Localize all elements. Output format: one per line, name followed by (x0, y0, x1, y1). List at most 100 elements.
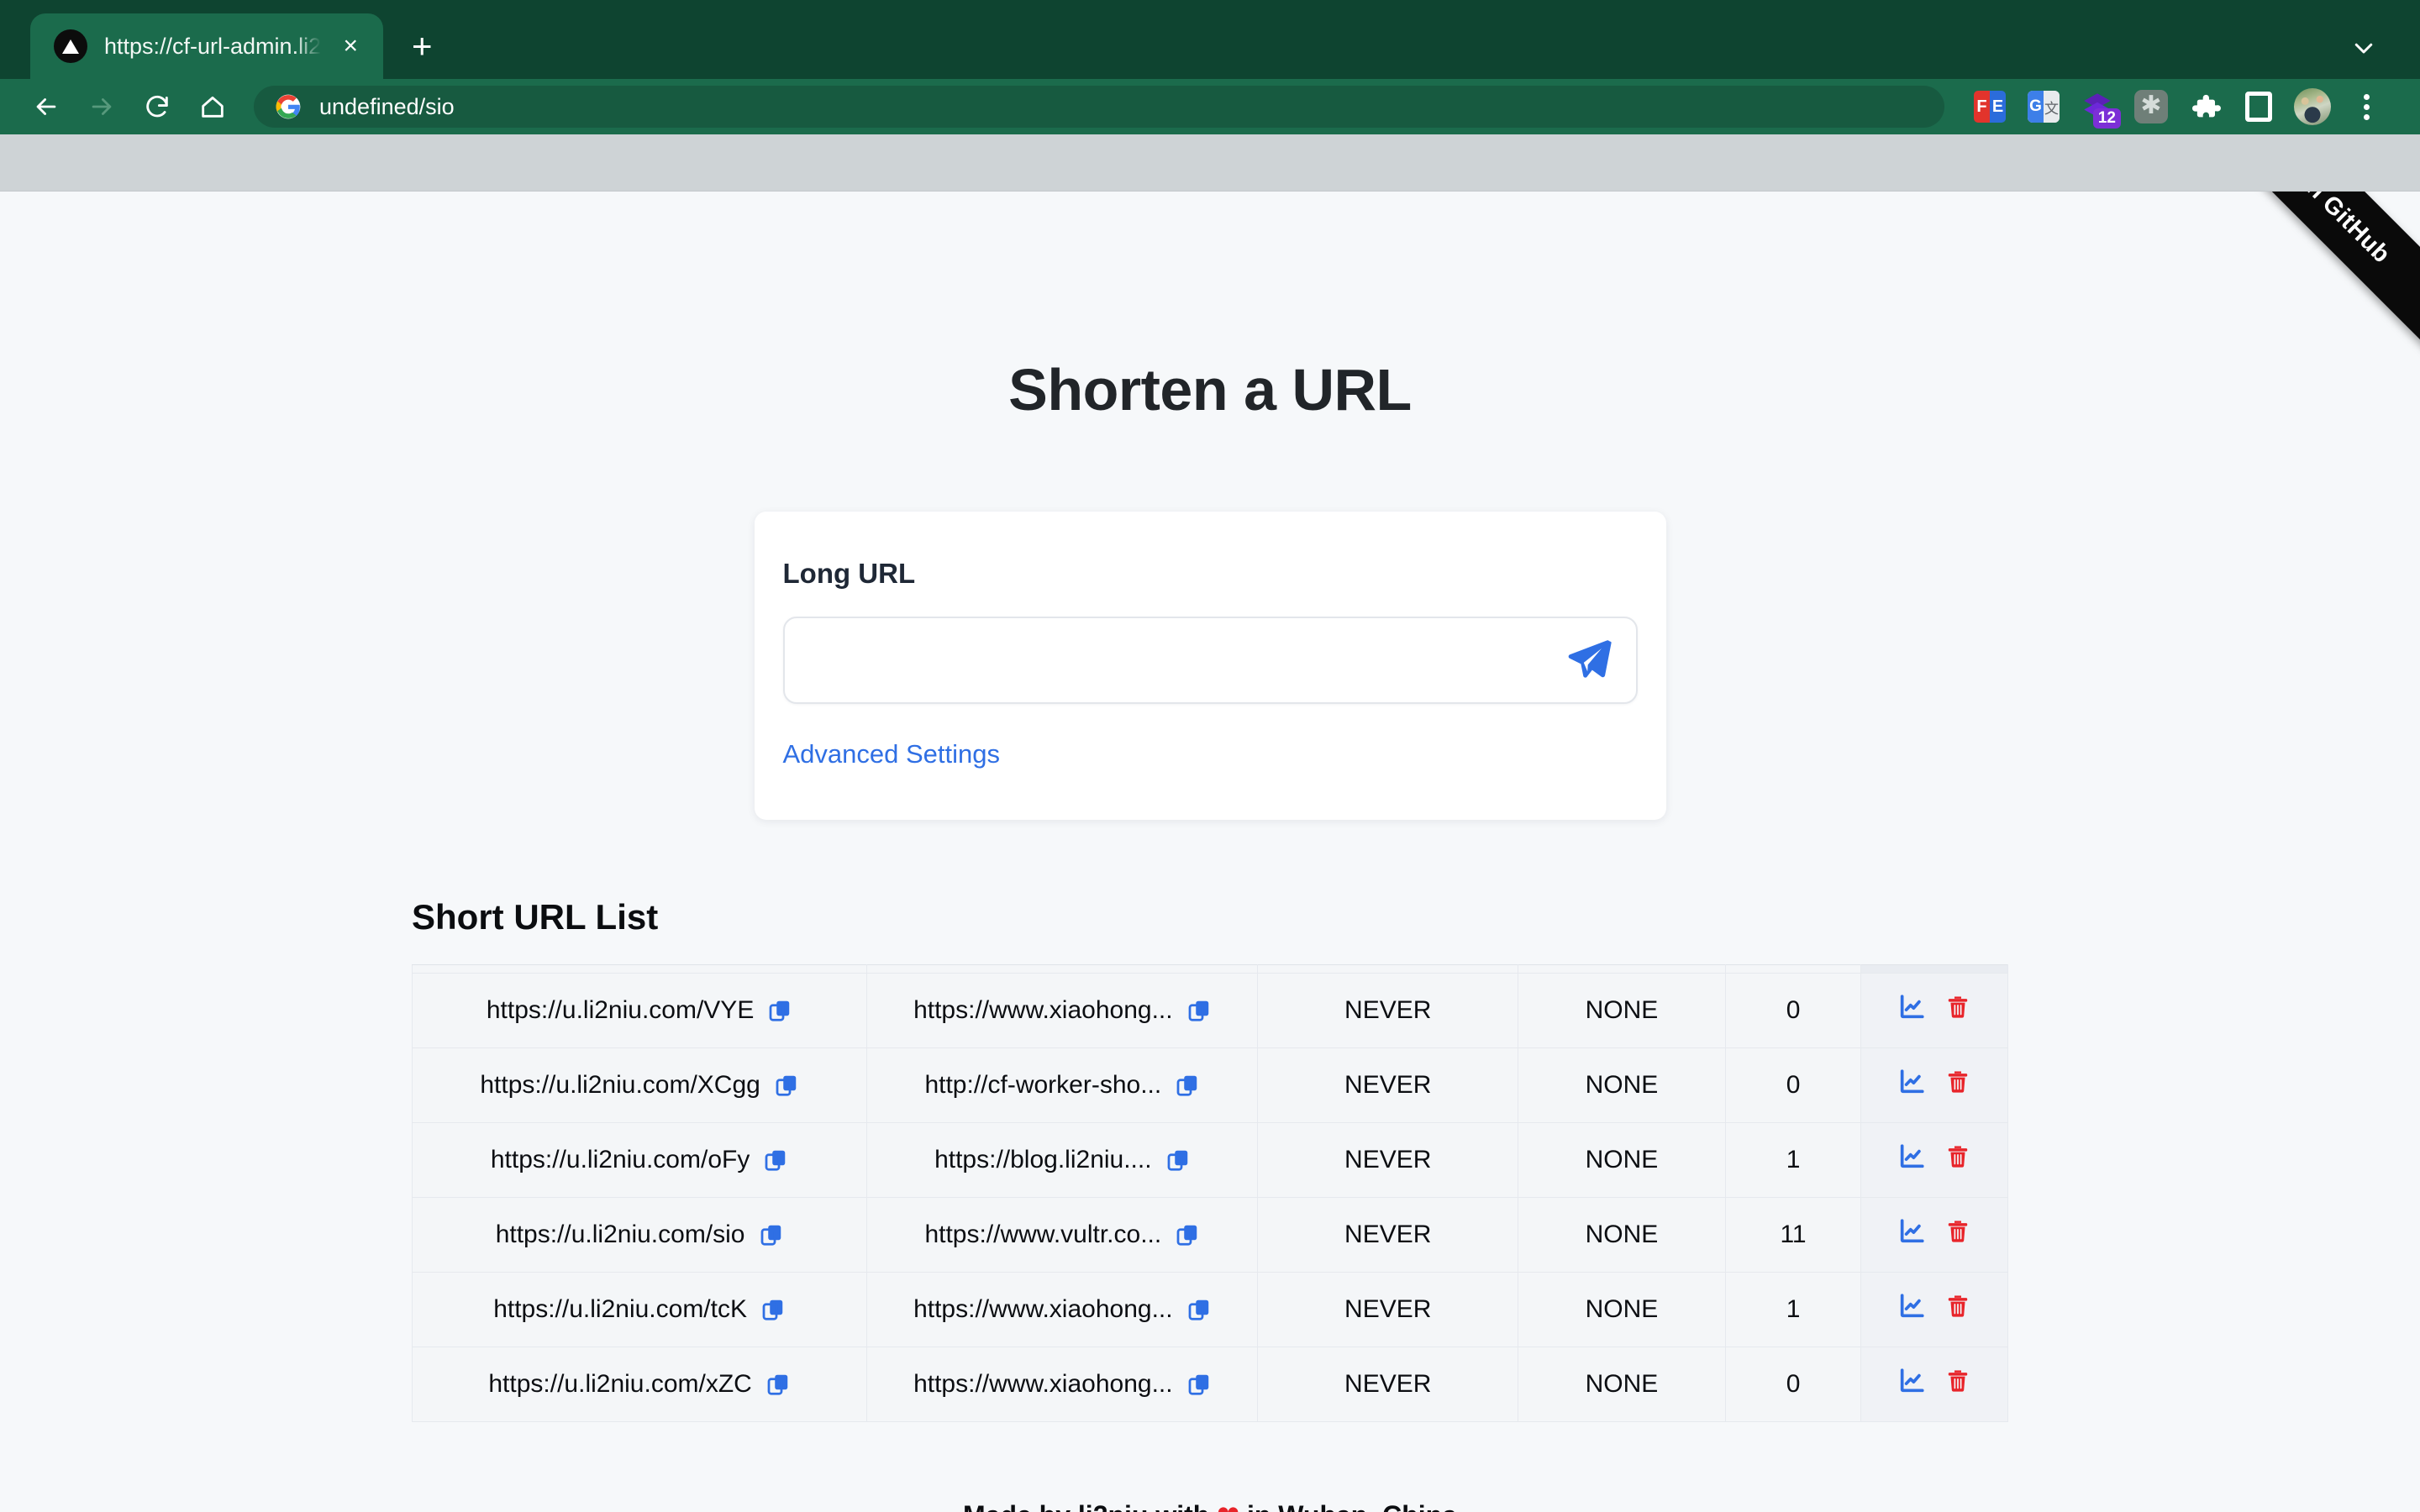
cell-visits: 1 (1725, 1273, 1860, 1347)
copy-icon[interactable] (1186, 998, 1212, 1023)
table-row: https://u.li2niu.com/oFy https://blog.li2… (413, 1123, 2008, 1198)
short-url-list-section: Short URL List https://u.l (412, 897, 2008, 1422)
puzzle-extensions-icon[interactable] (2178, 80, 2232, 134)
cell-short-url: https://u.li2niu.com/XCgg (413, 1048, 867, 1123)
heart-icon: ❤ (1217, 1500, 1239, 1512)
long-url-label: Long URL (783, 558, 1638, 590)
copy-icon[interactable] (1186, 1372, 1212, 1397)
page-title: Shorten a URL (0, 192, 2420, 423)
chart-stats-icon[interactable] (1897, 1217, 1926, 1246)
table-row: https://u.li2niu.com/VYE https://www.xiao… (413, 974, 2008, 1048)
page-footer: Made by li2niu with ❤ in Wuhan, China (0, 1499, 2420, 1512)
cell-long-url: https://www.xiaohong... (867, 1273, 1258, 1347)
short-url-text: https://u.li2niu.com/oFy (491, 1146, 750, 1174)
long-url-text: https://blog.li2niu.... (934, 1146, 1152, 1174)
new-tab-button[interactable]: + (412, 29, 433, 64)
close-icon[interactable]: × (338, 30, 363, 62)
trash-delete-icon[interactable] (1944, 1368, 1971, 1394)
cell-password: NONE (1518, 1048, 1725, 1123)
table-row: https://u.li2niu.com/siohttps://www.vult… (413, 1198, 2008, 1273)
copy-icon[interactable] (767, 998, 792, 1023)
th-password (1518, 965, 1725, 974)
vercel-triangle-icon (54, 29, 87, 63)
back-arrow-icon[interactable] (18, 79, 74, 134)
cell-password: NONE (1518, 1123, 1725, 1198)
asterisk-glyph: ✱ (2134, 90, 2168, 123)
kebab-menu-icon[interactable] (2339, 80, 2393, 134)
th-actions (1861, 965, 2008, 974)
home-icon[interactable] (185, 79, 240, 134)
cell-password: NONE (1518, 1347, 1725, 1422)
side-panel-icon[interactable] (2232, 80, 2286, 134)
copy-icon[interactable] (765, 1372, 791, 1397)
fe-extension-icon[interactable]: F E (1963, 80, 2017, 134)
long-url-text: http://cf-worker-sho... (924, 1071, 1161, 1100)
cell-password: NONE (1518, 1198, 1725, 1273)
cell-long-url: https://www.vultr.co... (867, 1198, 1258, 1273)
short-url-text: https://u.li2niu.com/XCgg (480, 1071, 760, 1100)
table-row: https://u.li2niu.com/xZChttps://www.xiao… (413, 1347, 2008, 1422)
th-expiry (1258, 965, 1518, 974)
copy-icon[interactable] (1186, 1297, 1212, 1322)
copy-icon[interactable] (760, 1297, 786, 1322)
address-bar-text: undefined/sio (319, 94, 455, 120)
cell-long-url: https://www.xiaohong... (867, 974, 1258, 1048)
chevron-down-icon[interactable] (2351, 35, 2376, 60)
page-content: Fork me on GitHub Shorten a URL Long URL… (0, 192, 2420, 1512)
cell-actions (1861, 1347, 2008, 1422)
trash-delete-icon[interactable] (1944, 1218, 1971, 1245)
copy-icon[interactable] (759, 1222, 784, 1247)
trash-delete-icon[interactable] (1944, 1293, 1971, 1320)
table-row: https://u.li2niu.com/XCgg http://cf-worke… (413, 1048, 2008, 1123)
cell-long-url: https://blog.li2niu.... (867, 1123, 1258, 1198)
table-body: https://u.li2niu.com/VYE https://www.xiao… (413, 974, 2008, 1422)
trash-delete-icon[interactable] (1944, 1068, 1971, 1095)
cell-short-url: https://u.li2niu.com/tcK (413, 1273, 867, 1347)
th-short-url (413, 965, 867, 974)
cell-actions (1861, 1048, 2008, 1123)
copy-icon[interactable] (1175, 1073, 1200, 1098)
layers-badge-count: 12 (2093, 108, 2121, 129)
browser-window: https://cf-url-admin.li2niu.com/ × + (0, 0, 2420, 1512)
chart-stats-icon[interactable] (1897, 993, 1926, 1021)
browser-tab[interactable]: https://cf-url-admin.li2niu.com/ × (30, 13, 383, 79)
short-url-text: https://u.li2niu.com/VYE (487, 996, 755, 1025)
address-bar[interactable]: undefined/sio (254, 86, 1944, 128)
table-header-row (413, 965, 2008, 974)
long-url-text: https://www.vultr.co... (924, 1221, 1161, 1249)
chart-stats-icon[interactable] (1897, 1367, 1926, 1395)
asterisk-extension-icon[interactable]: ✱ (2124, 80, 2178, 134)
cell-short-url: https://u.li2niu.com/VYE (413, 974, 867, 1048)
footer-suffix: in Wuhan, China (1239, 1500, 1457, 1512)
chart-stats-icon[interactable] (1897, 1292, 1926, 1320)
translate-icon-left: G (2028, 91, 2044, 123)
browser-toolbar: undefined/sio F E G 文 12 (0, 79, 2420, 134)
long-url-input[interactable] (785, 618, 1636, 702)
profile-avatar[interactable] (2286, 80, 2339, 134)
chart-stats-icon[interactable] (1897, 1068, 1926, 1096)
advanced-settings-link[interactable]: Advanced Settings (783, 739, 1001, 769)
shorten-url-card: Long URL Advanced Settings (755, 512, 1666, 820)
reload-icon[interactable] (129, 79, 185, 134)
translate-icon-right: 文 (2044, 91, 2060, 123)
copy-icon[interactable] (1175, 1222, 1200, 1247)
copy-icon[interactable] (774, 1073, 799, 1098)
copy-icon[interactable] (1165, 1147, 1191, 1173)
cell-password: NONE (1518, 1273, 1725, 1347)
cell-short-url: https://u.li2niu.com/oFy (413, 1123, 867, 1198)
cell-expiry: NEVER (1258, 1198, 1518, 1273)
chart-stats-icon[interactable] (1897, 1142, 1926, 1171)
copy-icon[interactable] (763, 1147, 788, 1173)
trash-delete-icon[interactable] (1944, 994, 1971, 1021)
trash-delete-icon[interactable] (1944, 1143, 1971, 1170)
table-row: https://u.li2niu.com/tcKhttps://www.xiao… (413, 1273, 2008, 1347)
fe-icon-left: F (1974, 91, 1990, 123)
cell-expiry: NEVER (1258, 1273, 1518, 1347)
cell-visits: 0 (1725, 1347, 1860, 1422)
cell-actions (1861, 1198, 2008, 1273)
google-translate-icon[interactable]: G 文 (2017, 80, 2070, 134)
send-paper-plane-icon[interactable] (1562, 633, 1616, 687)
table-header (413, 965, 2008, 974)
layers-extension-icon[interactable]: 12 (2070, 80, 2124, 134)
th-visits (1725, 965, 1860, 974)
